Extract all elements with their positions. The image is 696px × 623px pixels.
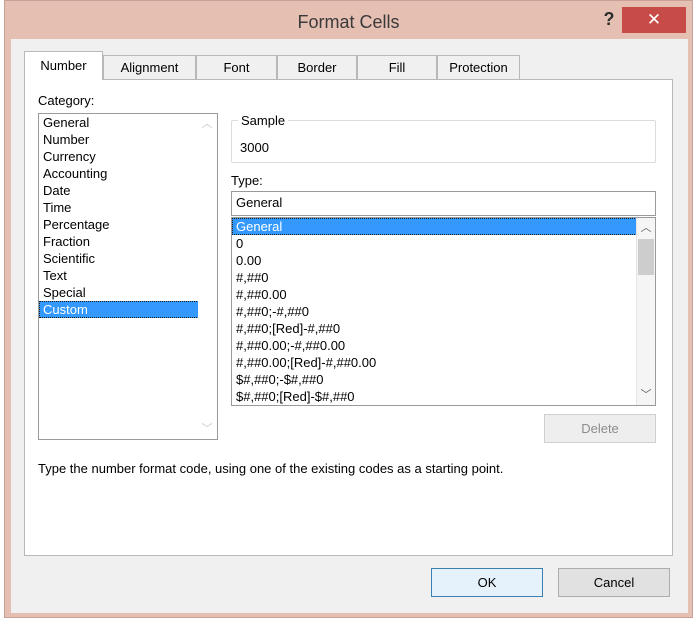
type-label: Type:	[231, 173, 263, 188]
category-scrollbar[interactable]: ︿ ﹀	[198, 114, 217, 439]
category-label: Category:	[38, 93, 95, 108]
category-scroll-up-icon[interactable]: ︿	[198, 116, 216, 132]
type-listbox[interactable]: General 0 0.00 #,##0 #,##0.00 #,##0;-#,##0 #,#…	[231, 217, 656, 406]
type-list-item[interactable]: #,##0.00;[Red]-#,##0.00	[232, 354, 655, 371]
category-list-item[interactable]: Custom	[39, 301, 217, 318]
type-list-item[interactable]: #,##0.00;-#,##0.00	[232, 337, 655, 354]
category-list-item[interactable]: Number	[39, 131, 217, 148]
tab-fill[interactable]: Fill	[357, 55, 437, 79]
type-list-item[interactable]: #,##0.00	[232, 286, 655, 303]
category-list-item[interactable]: Scientific	[39, 250, 217, 267]
dialog-body: Number Alignment Font Border Fill Protec…	[11, 39, 688, 613]
cancel-button[interactable]: Cancel	[558, 568, 670, 597]
category-listbox[interactable]: General Number Currency Accounting Date Time P…	[38, 113, 218, 440]
category-list-item[interactable]: Date	[39, 182, 217, 199]
type-items: General 0 0.00 #,##0 #,##0.00 #,##0;-#,##0 #,#…	[232, 218, 655, 405]
type-list-item[interactable]: $#,##0;[Red]-$#,##0	[232, 388, 655, 405]
tab-alignment[interactable]: Alignment	[103, 55, 196, 79]
tab-protection[interactable]: Protection	[437, 55, 520, 79]
category-list-item[interactable]: Fraction	[39, 233, 217, 250]
tab-border[interactable]: Border	[277, 55, 357, 79]
category-list-item[interactable]: Accounting	[39, 165, 217, 182]
type-list-item[interactable]: 0.00	[232, 252, 655, 269]
category-list-item[interactable]: Currency	[39, 148, 217, 165]
type-list-item[interactable]: #,##0	[232, 269, 655, 286]
category-items: General Number Currency Accounting Date Time P…	[39, 114, 217, 318]
dialog-title: Format Cells	[297, 12, 400, 32]
type-scrollbar[interactable]: ︿ ﹀	[636, 218, 655, 405]
type-scroll-up-icon[interactable]: ︿	[637, 220, 655, 236]
type-scroll-thumb[interactable]	[638, 239, 654, 275]
type-input[interactable]: General	[231, 191, 656, 216]
help-button[interactable]: ?	[596, 7, 622, 31]
delete-button[interactable]: Delete	[544, 414, 656, 443]
format-cells-dialog: Format Cells ? ✕ Number Alignment Font B…	[4, 0, 693, 618]
category-list-item[interactable]: Text	[39, 267, 217, 284]
tab-number[interactable]: Number	[24, 51, 103, 80]
ok-button[interactable]: OK	[431, 568, 543, 597]
type-list-item[interactable]: 0	[232, 235, 655, 252]
type-list-item[interactable]: General	[232, 218, 655, 235]
category-list-item[interactable]: Special	[39, 284, 217, 301]
format-description: Type the number format code, using one o…	[38, 461, 504, 476]
type-list-item[interactable]: #,##0;[Red]-#,##0	[232, 320, 655, 337]
sample-label: Sample	[241, 113, 286, 128]
close-icon: ✕	[646, 10, 662, 29]
category-list-item[interactable]: Percentage	[39, 216, 217, 233]
sample-value: 3000	[240, 140, 269, 155]
category-list-item[interactable]: Time	[39, 199, 217, 216]
tab-font[interactable]: Font	[196, 55, 277, 79]
number-tab-panel: Category: General Number Currency Accountin…	[24, 79, 673, 556]
sample-group: Sample 3000	[231, 113, 656, 163]
category-list-item[interactable]: General	[39, 114, 217, 131]
type-list-item[interactable]: #,##0;-#,##0	[232, 303, 655, 320]
type-list-item[interactable]: $#,##0;-$#,##0	[232, 371, 655, 388]
category-scroll-down-icon[interactable]: ﹀	[198, 421, 216, 437]
type-scroll-down-icon[interactable]: ﹀	[637, 387, 655, 403]
close-button[interactable]: ✕	[622, 7, 686, 33]
